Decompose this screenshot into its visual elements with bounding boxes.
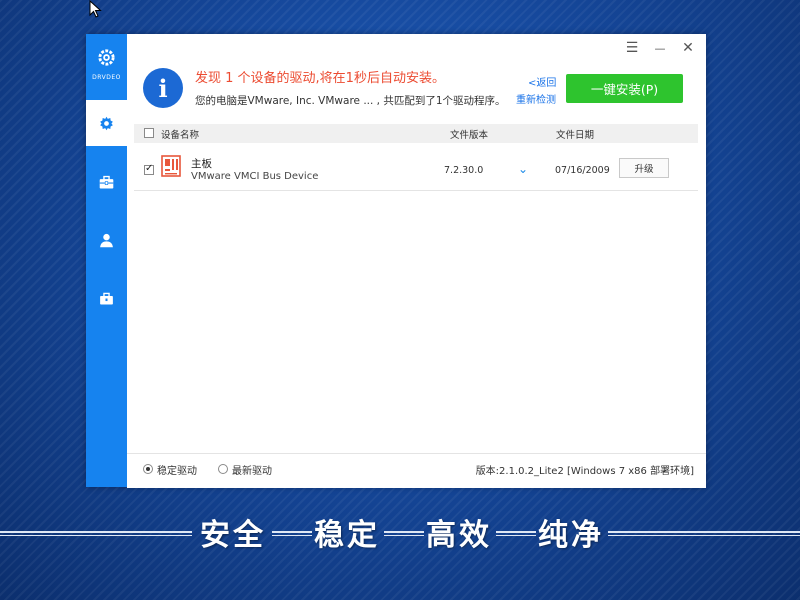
sidebar-item-driver[interactable] [86,100,127,146]
slogan-divider [496,535,536,536]
version-info: 版本:2.1.0.2_Lite2 [Windows 7 x86 部署环境] [475,466,694,477]
column-device-name: 设备名称 [161,130,200,141]
app-logo: DRVDEO [86,34,127,100]
slogan-divider [384,531,424,533]
chevron-down-icon[interactable]: ⌄ [518,162,528,176]
slogan-divider [0,535,192,536]
sidebar-item-user[interactable] [86,217,127,263]
info-icon: i [143,68,183,108]
driver-installer-window: DRVDEO ☰ — ✕ i 发现 1 个设备的驱动,将在1秒后自动安装。 您的… [86,34,706,488]
minimize-button[interactable]: — [652,40,668,56]
device-checkbox[interactable] [144,163,154,175]
driver-version: 7.2.30.0 [444,165,484,176]
logo-gear-icon [98,49,115,66]
logo-text: DRVDEO [92,74,121,81]
slogan-divider [0,531,192,533]
slogan-word-pure: 纯净 [538,518,604,553]
device-table-header: 设备名称 文件版本 文件日期 [134,124,698,143]
mouse-cursor-icon [89,0,102,18]
column-file-version: 文件版本 [450,130,489,141]
close-button[interactable]: ✕ [680,40,696,56]
user-icon [100,233,113,247]
footer-bar: 稳定驱动 最新驱动 版本:2.1.0.2_Lite2 [Windows 7 x8… [127,453,706,488]
sidebar-item-briefcase[interactable] [86,275,127,321]
latest-driver-label: 最新驱动 [232,466,272,477]
slogan-word-safe: 安全 [200,518,266,553]
slogan-divider [608,535,800,536]
one-click-install-button[interactable]: 一键安装(P) [566,74,683,103]
slogan-word-stable: 稳定 [314,518,380,553]
scan-result-headline: 发现 1 个设备的驱动,将在1秒后自动安装。 [195,71,445,86]
latest-driver-radio[interactable] [218,464,228,474]
device-description: VMware VMCI Bus Device [191,171,319,182]
upgrade-button[interactable]: 升级 [619,158,669,178]
slogan-divider [496,531,536,533]
toolbox-icon [99,175,114,188]
driver-date: 07/16/2009 [555,165,610,176]
gear-icon [100,116,113,130]
slogan-divider [384,535,424,536]
stable-driver-radio[interactable] [143,464,153,474]
table-row: 主板 VMware VMCI Bus Device 7.2.30.0 ⌄ 07/… [134,148,698,191]
slogan-divider [608,531,800,533]
back-link[interactable]: <返回 [528,74,556,89]
sidebar-item-toolbox[interactable] [86,159,127,205]
sidebar: DRVDEO [86,34,127,487]
rescan-link[interactable]: 重新检测 [516,91,556,106]
slogan-divider [272,535,312,536]
slogan-word-efficient: 高效 [426,518,492,553]
slogan-divider [272,531,312,533]
device-name: 主板 [191,158,212,170]
column-file-date: 文件日期 [556,130,595,141]
select-all-checkbox[interactable] [144,128,154,138]
menu-button[interactable]: ☰ [624,40,640,56]
briefcase-icon [100,292,113,304]
motherboard-icon [161,155,181,177]
stable-driver-label: 稳定驱动 [157,466,197,477]
scan-result-detail: 您的电脑是VMware, Inc. VMware ... , 共匹配到了1个驱动… [195,95,506,107]
